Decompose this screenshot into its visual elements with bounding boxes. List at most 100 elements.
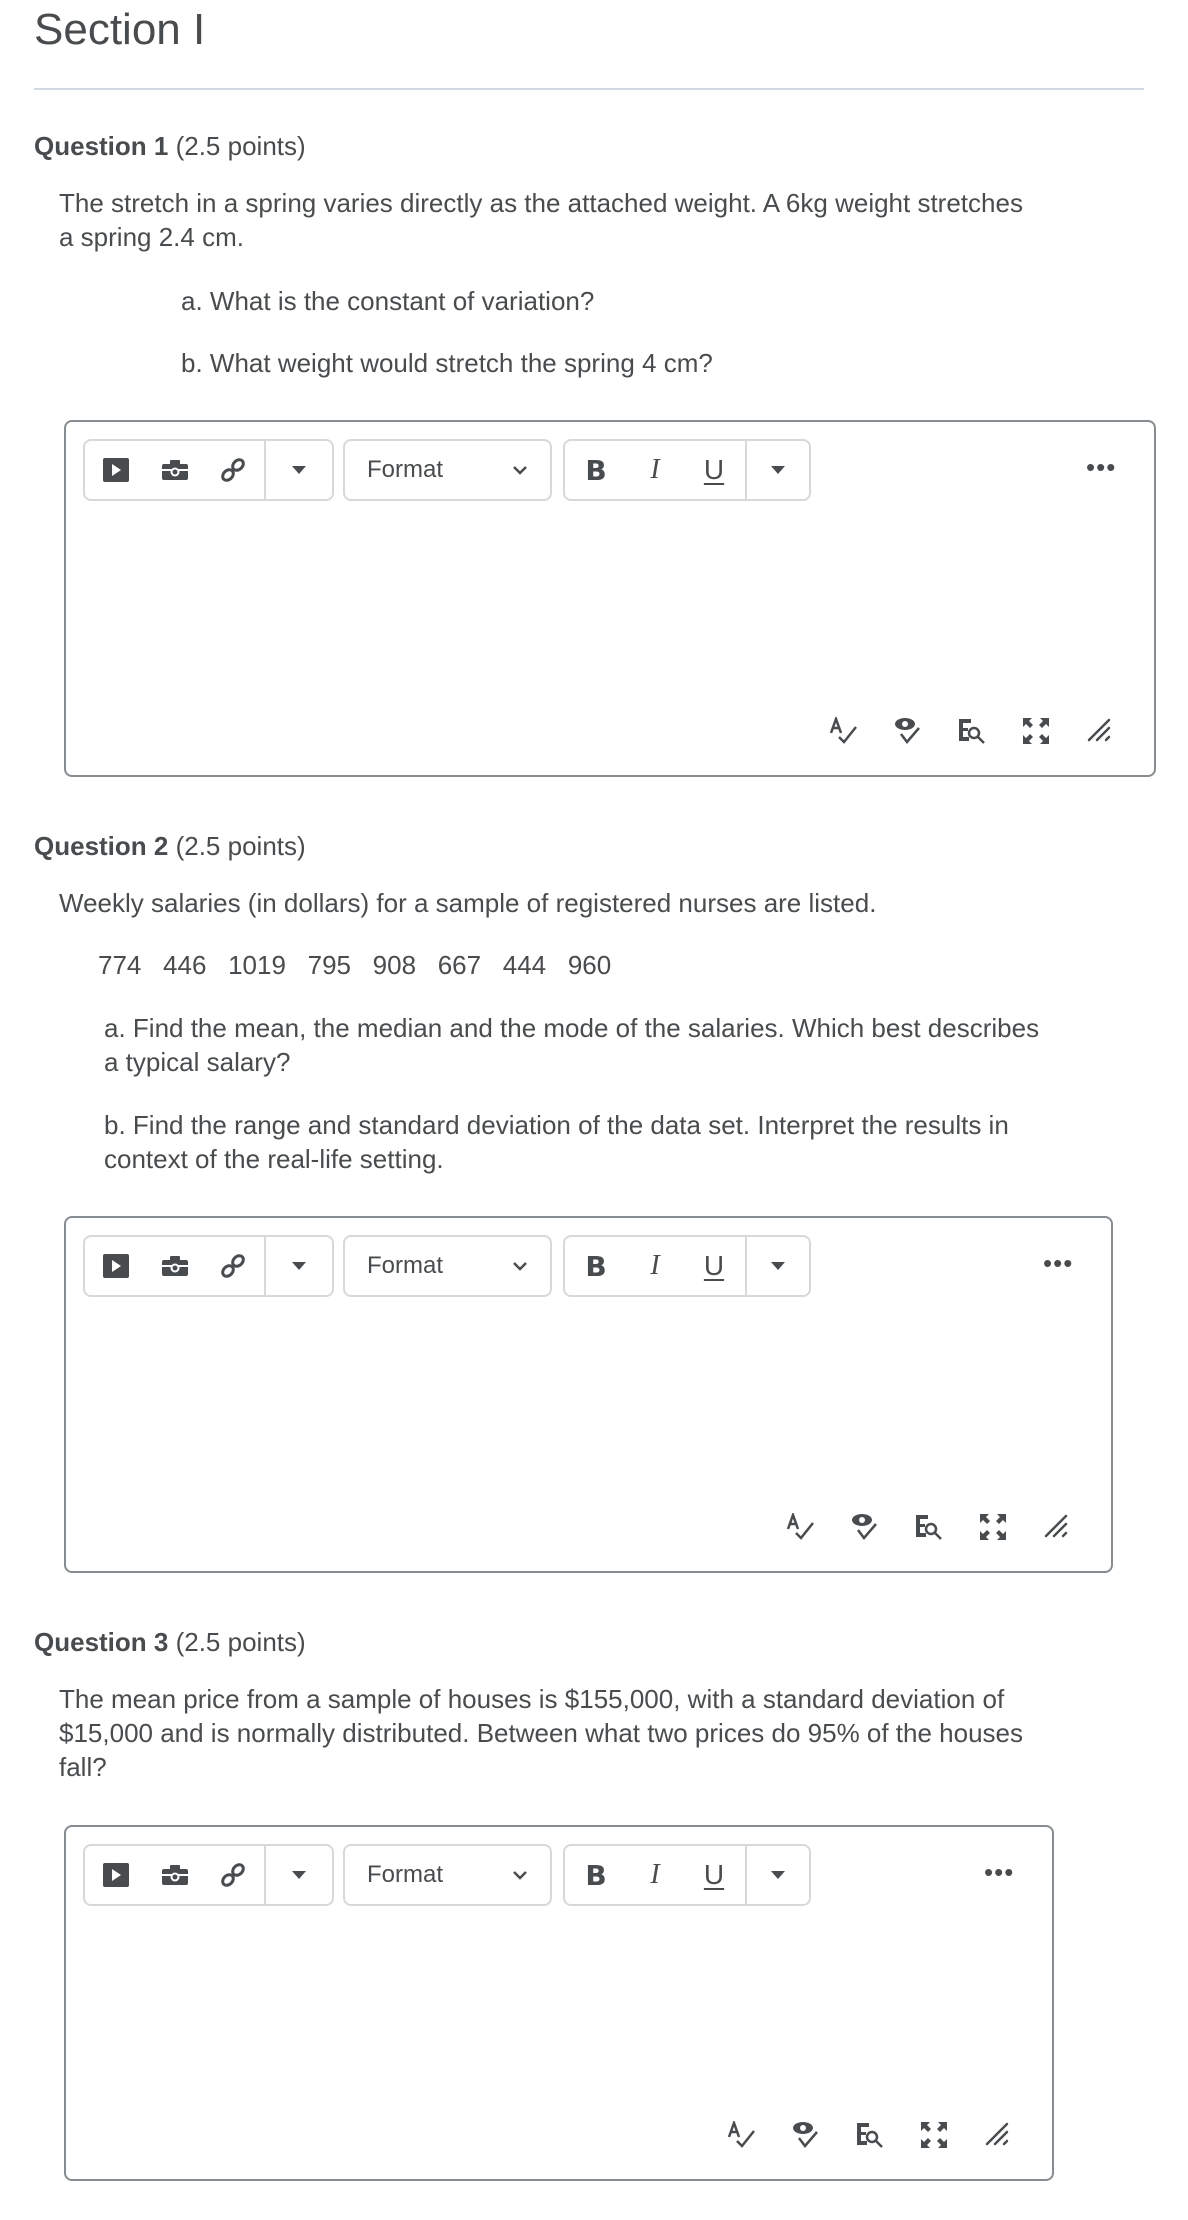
accessibility-check-icon [852,1514,877,1540]
question-3-answer-editor[interactable]: Format B I U ••• [64,1825,1054,2181]
question-1-part-b: b. What weight would stretch the spring … [181,348,713,378]
text-style-more-button[interactable] [747,441,809,499]
chevron-down-icon [513,1871,527,1880]
find-replace-button[interactable] [940,711,1004,751]
insert-image-button[interactable] [147,1237,202,1295]
caret-down-icon [292,1262,306,1270]
question-1-part-a: a. What is the constant of variation? [181,286,595,316]
find-replace-icon [857,2123,883,2148]
accessibility-check-button[interactable] [876,711,940,751]
fullscreen-button[interactable] [961,1507,1025,1547]
question-2-data-values: 774 446 1019 795 908 667 444 960 [98,950,612,980]
insert-image-button[interactable] [147,441,202,499]
insert-toolbar-group [83,439,334,501]
insert-link-button[interactable] [202,1237,264,1295]
question-1-points: (2.5 points) [175,131,306,161]
question-3-heading: Question 3 (2.5 points) [34,1626,306,1658]
question-2-heading: Question 2 (2.5 points) [34,830,306,862]
camera-icon [161,460,188,480]
camera-icon [161,1256,188,1276]
link-icon [221,1254,245,1278]
format-dropdown-label: Format [367,1861,444,1888]
caret-down-icon [771,1262,785,1270]
resize-handle[interactable] [1025,1507,1089,1547]
insert-toolbar-group [83,1235,334,1297]
spellcheck-button[interactable] [769,1507,833,1547]
underline-button[interactable]: U [683,1237,745,1295]
section-divider [34,88,1144,90]
spellcheck-icon [786,1513,814,1540]
question-1-heading: Question 1 (2.5 points) [34,130,306,162]
insert-image-button[interactable] [147,1846,202,1904]
bold-button[interactable]: B [565,441,627,499]
accessibility-check-button[interactable] [833,1507,897,1547]
accessibility-check-icon [895,718,920,744]
format-dropdown[interactable]: Format [343,439,552,501]
link-icon [221,458,245,482]
underline-button[interactable]: U [683,1846,745,1904]
question-3-number: Question 3 [34,1627,169,1657]
video-play-icon [103,458,129,482]
caret-down-icon [771,1871,785,1879]
fullscreen-button[interactable] [902,2115,966,2155]
camera-icon [161,1865,188,1885]
insert-link-button[interactable] [202,441,264,499]
caret-down-icon [771,466,785,474]
question-3-text-line-2: $15,000 and is normally distributed. Bet… [59,1718,1024,1748]
find-replace-button[interactable] [838,2115,902,2155]
text-style-more-button[interactable] [747,1846,809,1904]
chevron-down-icon [513,466,527,475]
italic-button[interactable]: I [627,1846,683,1904]
spellcheck-button[interactable] [812,711,876,751]
question-3-text-line-3: fall? [59,1752,107,1782]
text-style-more-button[interactable] [747,1237,809,1295]
question-2-answer-editor[interactable]: Format B I U ••• [64,1216,1113,1573]
question-2-part-a-line-1: a. Find the mean, the median and the mod… [104,1013,1040,1043]
spellcheck-icon [727,2121,755,2148]
question-2-points: (2.5 points) [175,831,306,861]
video-play-icon [103,1254,129,1278]
spellcheck-button[interactable] [710,2115,774,2155]
accessibility-check-icon [793,2122,818,2148]
insert-more-button[interactable] [266,1846,332,1904]
resize-handle[interactable] [966,2115,1030,2155]
editor-status-bar [812,711,1132,751]
link-icon [221,1863,245,1887]
bold-button[interactable]: B [565,1846,627,1904]
question-1-answer-editor[interactable]: Format B I U ••• [64,420,1156,777]
format-dropdown[interactable]: Format [343,1235,552,1297]
insert-more-button[interactable] [266,1237,332,1295]
bold-button[interactable]: B [565,1237,627,1295]
find-replace-icon [959,719,985,744]
insert-video-button[interactable] [85,441,147,499]
fullscreen-icon [980,1514,1006,1540]
question-2-part-b-line-1: b. Find the range and standard deviation… [104,1110,1009,1140]
fullscreen-button[interactable] [1004,711,1068,751]
text-style-toolbar-group: B I U [563,439,811,501]
underline-button[interactable]: U [683,441,745,499]
format-dropdown[interactable]: Format [343,1844,552,1906]
video-play-icon [103,1863,129,1887]
more-actions-button[interactable]: ••• [984,1857,1014,1888]
insert-more-button[interactable] [266,441,332,499]
italic-button[interactable]: I [627,441,683,499]
question-2-number: Question 2 [34,831,169,861]
resize-handle[interactable] [1068,711,1132,751]
insert-video-button[interactable] [85,1237,147,1295]
resize-handle-icon [985,2122,1009,2146]
text-style-toolbar-group: B I U [563,1235,811,1297]
editor-status-bar [769,1507,1089,1547]
more-actions-button[interactable]: ••• [1043,1248,1073,1279]
italic-button[interactable]: I [627,1237,683,1295]
more-actions-button[interactable]: ••• [1086,452,1116,483]
accessibility-check-button[interactable] [774,2115,838,2155]
question-1-text-line-1: The stretch in a spring varies directly … [59,188,1023,218]
insert-link-button[interactable] [202,1846,264,1904]
fullscreen-icon [921,2122,947,2148]
insert-video-button[interactable] [85,1846,147,1904]
section-title: Section I [34,5,206,54]
format-dropdown-label: Format [367,1252,444,1279]
find-replace-button[interactable] [897,1507,961,1547]
question-2-part-b-line-2: context of the real-life setting. [104,1144,444,1174]
find-replace-icon [916,1515,942,1540]
